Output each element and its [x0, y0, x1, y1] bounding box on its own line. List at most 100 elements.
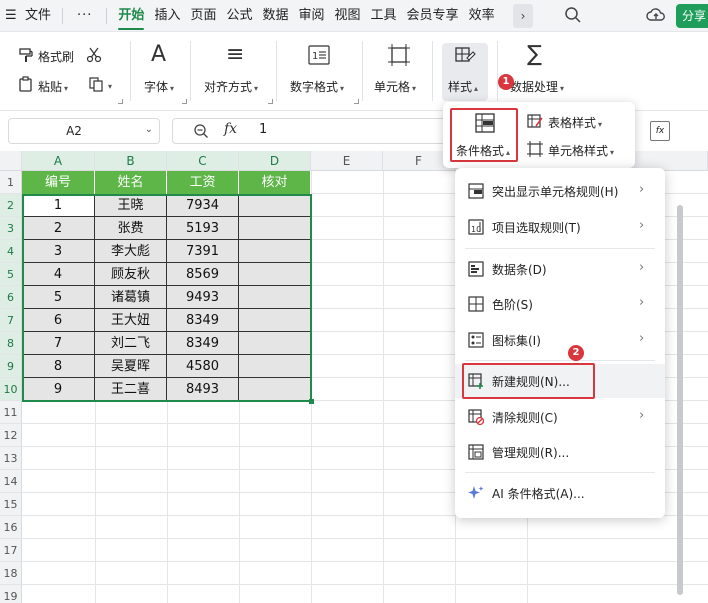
more-menu-button[interactable]: ··· [69, 0, 100, 32]
menu-item-ai-conditional-format[interactable]: AI 条件格式(A)... [455, 476, 665, 510]
column-header-c[interactable]: C [167, 151, 239, 171]
fill-handle[interactable] [309, 399, 314, 404]
format-painter-button[interactable]: 格式刷 [38, 48, 74, 65]
row-header-2[interactable]: 2 [0, 194, 22, 217]
menu-item-top-bottom-rules[interactable]: 10 项目选取规则(T) › [455, 210, 665, 244]
row-header-4[interactable]: 4 [0, 240, 22, 263]
row-header-15[interactable]: 15 [0, 493, 22, 516]
table-cell-check[interactable] [239, 263, 311, 286]
table-cell-name[interactable]: 李大彪 [95, 240, 167, 263]
zoom-magnifier-icon[interactable] [193, 123, 209, 139]
vertical-scrollbar[interactable] [677, 205, 683, 595]
table-cell-name[interactable]: 张费 [95, 217, 167, 240]
table-cell-name[interactable]: 王晓 [95, 194, 167, 217]
formula-input-box[interactable] [172, 118, 452, 144]
cut-scissors-icon[interactable] [86, 47, 102, 63]
menu-item-color-scales[interactable]: 色阶(S) › [455, 287, 665, 321]
table-cell-check[interactable] [239, 355, 311, 378]
table-cell-id[interactable]: 1 [22, 194, 95, 217]
table-cell-id[interactable]: 5 [22, 286, 95, 309]
table-style-item[interactable]: 表格样式 ▾ [548, 114, 602, 131]
select-all-corner[interactable] [0, 151, 22, 171]
search-icon[interactable] [564, 6, 582, 24]
row-header-17[interactable]: 17 [0, 539, 22, 562]
table-cell-salary[interactable]: 8349 [167, 309, 239, 332]
row-header-14[interactable]: 14 [0, 470, 22, 493]
table-cell-check[interactable] [239, 309, 311, 332]
menu-item-clear-rules[interactable]: 清除规则(C) › [455, 400, 665, 434]
table-cell-id[interactable]: 8 [22, 355, 95, 378]
table-cell-name[interactable]: 王二喜 [95, 378, 167, 401]
table-cell-id[interactable]: 6 [22, 309, 95, 332]
chevron-down-icon[interactable]: ⌄ [145, 124, 153, 135]
table-cell-check[interactable] [239, 194, 311, 217]
table-cell-id[interactable]: 7 [22, 332, 95, 355]
cloud-upload-icon[interactable] [646, 6, 666, 24]
row-header-10[interactable]: 10 [0, 378, 22, 401]
table-cell-salary[interactable]: 5193 [167, 217, 239, 240]
table-cell-check[interactable] [239, 378, 311, 401]
menu-item-manage-rules[interactable]: 管理规则(R)... [455, 435, 665, 469]
row-header-5[interactable]: 5 [0, 263, 22, 286]
cell-style-item[interactable]: 单元格样式 ▾ [548, 142, 614, 159]
table-cell-salary[interactable]: 8349 [167, 332, 239, 355]
table-cell-name[interactable]: 王大妞 [95, 309, 167, 332]
header-cell-salary[interactable]: 工资 [167, 171, 239, 194]
row-header-12[interactable]: 12 [0, 424, 22, 447]
table-cell-check[interactable] [239, 286, 311, 309]
column-header-a[interactable]: A [22, 151, 95, 171]
table-cell-name[interactable]: 顾友秋 [95, 263, 167, 286]
row-header-18[interactable]: 18 [0, 562, 22, 585]
row-header-13[interactable]: 13 [0, 447, 22, 470]
row-header-3[interactable]: 3 [0, 217, 22, 240]
tab-formula[interactable]: 公式 [221, 0, 257, 32]
tab-page[interactable]: 页面 [185, 0, 221, 32]
header-cell-check[interactable]: 核对 [239, 171, 311, 194]
row-header-16[interactable]: 16 [0, 516, 22, 539]
number-group-launcher[interactable] [354, 99, 359, 104]
copy-icon[interactable] [88, 76, 104, 92]
table-cell-salary[interactable]: 7391 [167, 240, 239, 263]
copy-dropdown-chevron-icon[interactable]: ▾ [106, 78, 112, 92]
table-cell-name[interactable]: 吴夏晖 [95, 355, 167, 378]
menu-item-data-bars[interactable]: 数据条(D) › [455, 252, 665, 286]
tab-data[interactable]: 数据 [257, 0, 293, 32]
table-cell-check[interactable] [239, 240, 311, 263]
table-cell-salary[interactable]: 8569 [167, 263, 239, 286]
menu-item-highlight-rules[interactable]: 突出显示单元格规则(H) › [455, 174, 665, 208]
header-cell-id[interactable]: 编号 [22, 171, 95, 194]
row-header-9[interactable]: 9 [0, 355, 22, 378]
table-cell-check[interactable] [239, 217, 311, 240]
tab-tools[interactable]: 工具 [366, 0, 402, 32]
tab-review[interactable]: 审阅 [294, 0, 330, 32]
row-header-6[interactable]: 6 [0, 286, 22, 309]
column-header-e[interactable]: E [311, 151, 383, 171]
table-cell-name[interactable]: 刘二飞 [95, 332, 167, 355]
row-header-7[interactable]: 7 [0, 309, 22, 332]
tab-insert[interactable]: 插入 [149, 0, 185, 32]
tab-efficiency[interactable]: 效率 [464, 0, 500, 32]
fx-panel-icon[interactable]: fx [650, 121, 670, 141]
menu-file[interactable]: 文件 [20, 0, 56, 32]
paste-button[interactable]: 粘贴 ▾ [38, 78, 68, 95]
tabs-overflow-chevron-icon[interactable]: › [513, 4, 533, 28]
table-cell-salary[interactable]: 7934 [167, 194, 239, 217]
tab-view[interactable]: 视图 [330, 0, 366, 32]
row-header-11[interactable]: 11 [0, 401, 22, 424]
table-cell-salary[interactable]: 4580 [167, 355, 239, 378]
share-button[interactable]: 分享 [676, 4, 708, 28]
align-group-launcher[interactable] [268, 99, 273, 104]
cell-button[interactable]: 单元格 ▾ [374, 78, 416, 95]
number-format-button[interactable]: 数字格式 ▾ [290, 78, 344, 95]
hamburger-menu-icon[interactable]: ☰ [0, 0, 20, 32]
align-button[interactable]: 对齐方式 ▾ [204, 78, 258, 95]
tab-home[interactable]: 开始 [113, 0, 149, 32]
table-cell-id[interactable]: 4 [22, 263, 95, 286]
table-cell-check[interactable] [239, 332, 311, 355]
tab-member[interactable]: 会员专享 [402, 0, 464, 32]
font-button[interactable]: 字体 ▾ [144, 78, 174, 95]
row-header-19[interactable]: 19 [0, 585, 22, 603]
table-cell-salary[interactable]: 8493 [167, 378, 239, 401]
column-header-d[interactable]: D [239, 151, 311, 171]
data-process-button[interactable]: 数据处理 ▾ [510, 78, 564, 95]
